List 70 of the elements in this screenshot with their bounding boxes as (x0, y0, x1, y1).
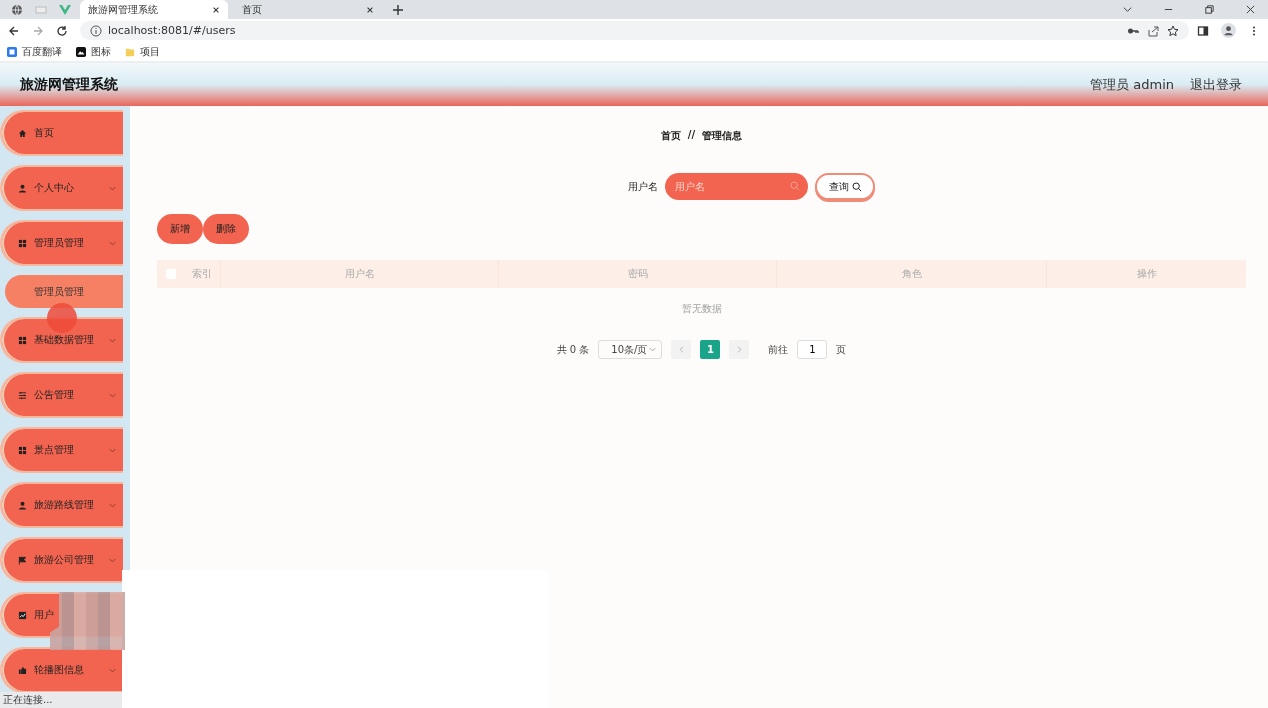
page-size-select[interactable]: 10条/页 (598, 340, 663, 359)
globe-icon[interactable] (11, 3, 23, 16)
search-icon (790, 181, 800, 191)
sliders-icon (18, 390, 27, 400)
browser-tab[interactable]: 旅游网管理系统 (80, 0, 228, 19)
submenu-item[interactable]: 管理员管理 (5, 275, 123, 308)
image-icon[interactable] (76, 46, 86, 57)
grid-icon (18, 238, 27, 248)
browser-tab[interactable]: 首页 (234, 0, 382, 19)
menu-item[interactable]: 基础数据管理 (0, 317, 123, 363)
menu-item[interactable]: 景点管理 (0, 427, 123, 473)
restore-icon[interactable] (1204, 4, 1215, 15)
menu-item[interactable]: 旅游路线管理 (0, 482, 123, 528)
bookmark-link[interactable]: 百度翻译 (22, 44, 62, 59)
action-button[interactable]: 删除 (203, 214, 249, 244)
back-icon[interactable] (8, 24, 20, 37)
close-icon[interactable] (366, 5, 374, 14)
search-icon (851, 181, 862, 192)
total-count: 共 0 条 (556, 342, 590, 357)
new-tab-icon[interactable] (392, 3, 404, 16)
search-label: 用户名 (628, 179, 658, 194)
close-icon[interactable] (212, 5, 220, 14)
user-icon (18, 183, 27, 193)
column-header: 索引 (191, 267, 212, 281)
share-icon[interactable] (1147, 24, 1159, 37)
chevron-down-icon[interactable] (1122, 4, 1133, 15)
app-title: 旅游网管理系统 (20, 75, 118, 94)
star-icon[interactable] (1167, 24, 1179, 37)
close-icon[interactable] (1245, 4, 1256, 15)
user-icon (18, 500, 27, 510)
home-icon (18, 128, 27, 138)
menu-item[interactable]: 旅游公司管理 (0, 537, 123, 583)
column-header: 用户名 (344, 267, 375, 281)
side-panel-icon[interactable] (1197, 24, 1209, 37)
page-suffix: 页 (836, 342, 847, 357)
breadcrumb-item[interactable]: 管理信息 (702, 129, 743, 143)
profile-icon[interactable] (1221, 23, 1236, 38)
breadcrumb-item[interactable]: 首页 (660, 129, 681, 143)
thumb-icon (18, 665, 27, 675)
query-button[interactable]: 查询 (815, 173, 875, 200)
menu-item[interactable]: 首页 (0, 110, 123, 156)
grid-icon (18, 445, 27, 455)
empty-message: 暂无数据 (681, 302, 722, 316)
flag-icon (18, 555, 27, 565)
breadcrumb-separator: // (687, 129, 696, 142)
info-icon[interactable] (90, 24, 102, 37)
reload-icon[interactable] (56, 24, 68, 37)
address-field[interactable]: localhost:8081/#/users (80, 21, 1189, 40)
bookmark-link[interactable]: 项目 (140, 44, 160, 59)
goto-page-field[interactable]: 1 (797, 340, 828, 359)
goto-label: 前往 (768, 342, 789, 357)
logout-link[interactable]: 退出登录 (1190, 75, 1242, 94)
chart-icon (18, 610, 27, 620)
menu-item[interactable]: 个人中心 (0, 165, 123, 211)
action-button[interactable]: 新增 (157, 214, 203, 244)
menu-item[interactable]: 公告管理 (0, 372, 123, 418)
status-bar: 正在连接... (0, 692, 122, 708)
translate-icon[interactable] (7, 46, 17, 57)
column-header: 角色 (901, 267, 922, 281)
column-header: 密码 (627, 267, 648, 281)
grid-icon (18, 335, 27, 345)
menu-item[interactable]: 管理员管理 (0, 220, 123, 266)
chevron-down-icon (648, 345, 658, 354)
column-header: 操作 (1136, 267, 1157, 281)
bookmark-link[interactable]: 图标 (91, 44, 111, 59)
menu-item[interactable]: 轮播图信息 (0, 647, 123, 693)
user-label: 管理员 admin (1090, 75, 1174, 94)
chevron-left-icon (676, 345, 686, 354)
search-field[interactable]: 用户名 (665, 173, 808, 200)
page-number[interactable]: 1 (700, 340, 721, 359)
